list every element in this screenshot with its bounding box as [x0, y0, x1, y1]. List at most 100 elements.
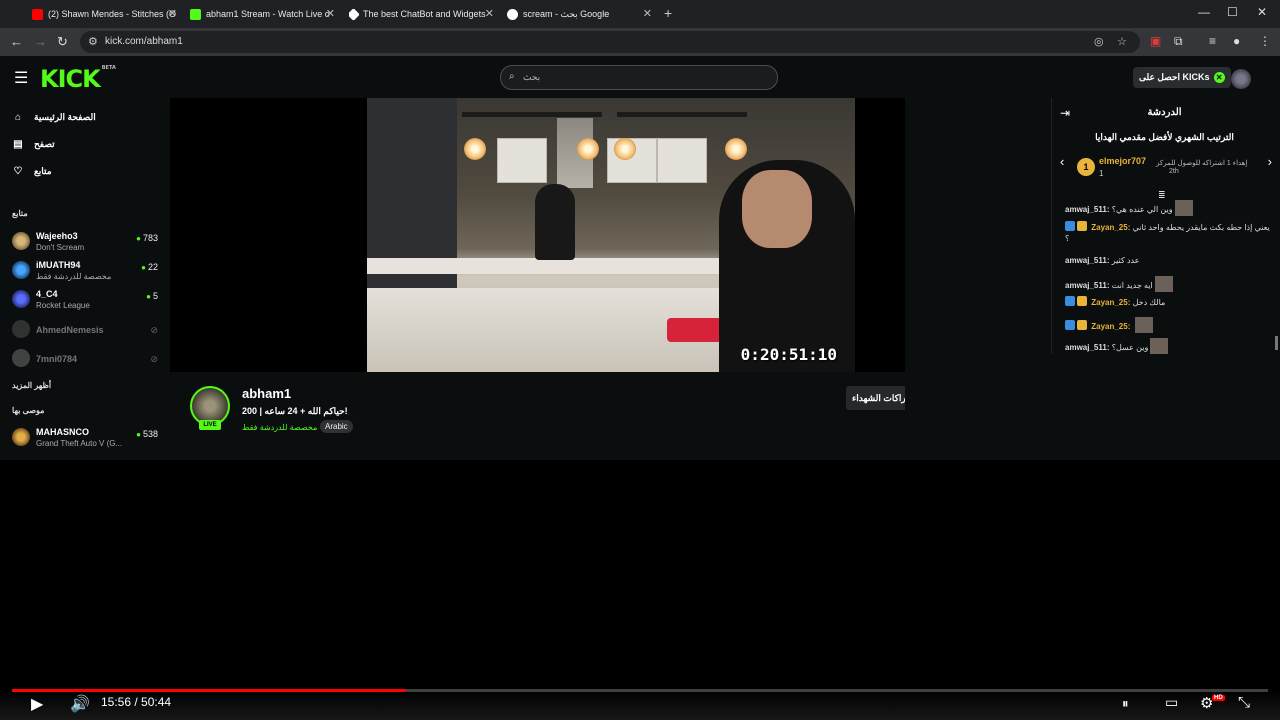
video-scene-light: [464, 138, 486, 160]
chat-username[interactable]: amwaj_511:: [1065, 343, 1109, 352]
sidebar-item-label: تصفح: [34, 139, 55, 149]
chat-text: عدد كثير: [1111, 256, 1140, 265]
tab-label: scream - بحث Google: [523, 8, 610, 19]
site-info-icon[interactable]: ⚙: [88, 35, 98, 48]
chat-scrollbar[interactable]: [1275, 336, 1278, 350]
video-player[interactable]: 0:20:51:10: [170, 98, 905, 372]
avatar: [12, 320, 30, 338]
reload-icon[interactable]: ↻: [57, 34, 68, 50]
user-avatar[interactable]: [1231, 69, 1251, 89]
sidebar-item-browse[interactable]: ▤ تصفح: [12, 139, 55, 150]
emote-icon: [1134, 317, 1153, 333]
offline-channel[interactable]: 7mni0784 ⊘: [12, 346, 162, 372]
get-kicks-button[interactable]: احصل على KICKs ✕: [1133, 67, 1231, 88]
chat-message: Zayan_25: يعني إذا حطه بكث مايقدر يحطه و…: [1065, 221, 1270, 244]
offline-icon: ⊘: [150, 354, 158, 364]
chat-username[interactable]: amwaj_511:: [1065, 281, 1109, 290]
sidebar-item-home[interactable]: ⌂ الصفحة الرئيسية: [12, 112, 96, 123]
video-scene-light-beam: [617, 112, 747, 117]
tab-google[interactable]: scream - بحث Google ✕: [507, 4, 652, 24]
video-scene-bag: [667, 318, 723, 342]
sidebar-item-label: الصفحة الرئيسية: [34, 112, 96, 122]
tab-label: The best ChatBot and Widgets: [363, 9, 486, 19]
hamburger-menu-icon[interactable]: ☰: [14, 68, 28, 88]
video-scene-face: [742, 170, 812, 248]
following-channel[interactable]: 4_C4 Rocket League 5: [12, 287, 162, 313]
leaderboard-user[interactable]: elmejor707: [1099, 156, 1146, 166]
heart-icon: ♡: [13, 166, 23, 177]
new-tab-button[interactable]: +: [664, 5, 672, 21]
chevron-right-icon[interactable]: ›: [1268, 154, 1272, 169]
language-tag[interactable]: Arabic: [320, 420, 353, 433]
autoplay-toggle-icon[interactable]: ⏸: [1122, 696, 1129, 712]
sub-badge-icon: [1065, 320, 1075, 330]
chat-title: الدردشة: [1147, 107, 1182, 118]
close-tab-icon[interactable]: ✕: [643, 7, 652, 20]
youtube-progress-fill: [12, 689, 407, 692]
streamer-name[interactable]: abham1: [242, 386, 291, 401]
viewer-count: 538: [136, 429, 158, 439]
forward-icon[interactable]: →: [34, 34, 47, 49]
close-window-icon[interactable]: ✕: [1257, 5, 1267, 19]
leaderboard-goal: إهداء 1 اشتراكه للوصول للمركز: [1156, 160, 1248, 167]
sidebar-item-following[interactable]: ♡ متابع: [12, 166, 52, 177]
profile-icon[interactable]: ●: [1233, 34, 1240, 48]
youtube-time: 15:56 / 50:44: [101, 695, 172, 709]
video-frame[interactable]: 0:20:51:10: [367, 98, 855, 372]
close-tab-icon[interactable]: ✕: [485, 7, 494, 20]
bookmark-star-icon[interactable]: ☆: [1117, 35, 1127, 48]
channel-category: Don't Scream: [36, 243, 85, 252]
address-bar[interactable]: ⚙ kick.com/abham1 ◎ ☆: [80, 31, 1140, 53]
back-icon[interactable]: ←: [10, 34, 23, 49]
chat-message: amwaj_511: وين الي عنده هي؟: [1065, 200, 1270, 216]
minimize-icon[interactable]: —: [1198, 5, 1210, 19]
show-more-link[interactable]: أظهر المزيد: [12, 381, 51, 390]
video-scene-light: [577, 138, 599, 160]
leaderboard-title: الترتيب الشهري لأفضل مقدمي الهدايا: [1095, 132, 1234, 142]
crown-badge-icon: [1077, 221, 1087, 231]
stream-title: حياكم الله + 24 ساعه | 200!: [242, 406, 348, 416]
chat-username[interactable]: Zayan_25:: [1091, 298, 1130, 307]
chat-username[interactable]: amwaj_511:: [1065, 256, 1109, 265]
maximize-icon[interactable]: ☐: [1227, 5, 1238, 19]
avatar: [12, 349, 30, 367]
stream-category[interactable]: مخصصة للدردشة فقط: [242, 423, 317, 432]
youtube-progress-bar[interactable]: [12, 689, 1268, 692]
tab-youtube[interactable]: (2) Shawn Mendes - Stitches (O ✕: [32, 4, 177, 24]
offline-channel[interactable]: AhmedNemesis ⊘: [12, 317, 162, 343]
following-channel[interactable]: Wajeeho3 Don't Scream 783: [12, 229, 162, 255]
rank-badge: 1: [1077, 158, 1095, 176]
recommended-channel[interactable]: MAHASNCO Grand Theft Auto V (G... 538: [12, 425, 162, 451]
chat-username[interactable]: Zayan_25:: [1091, 223, 1130, 232]
exit-fullscreen-icon[interactable]: ⤡: [1238, 694, 1250, 711]
kicks-coin-icon: ✕: [1213, 72, 1225, 83]
tab-kick[interactable]: abham1 Stream - Watch Live o ✕: [190, 4, 335, 24]
close-tab-icon[interactable]: ✕: [168, 7, 177, 20]
volume-icon[interactable]: 🔊: [70, 694, 90, 714]
chat-text: مالك دخل: [1132, 298, 1166, 307]
tab-chatbot[interactable]: The best ChatBot and Widgets ✕: [349, 4, 494, 24]
viewer-count: 22: [141, 262, 158, 272]
viewer-count: 783: [136, 233, 158, 243]
menu-kebab-icon[interactable]: ⋮: [1259, 34, 1271, 48]
sidebar-item-label: متابع: [34, 166, 52, 176]
channel-name: 7mni0784: [36, 354, 78, 364]
chat-message: Zayan_25:: [1065, 317, 1270, 333]
crown-badge-icon: [1077, 320, 1087, 330]
following-channel[interactable]: iMUATH94 مخصصة للدردشة فقط 22: [12, 258, 162, 284]
kick-logo[interactable]: KICK BETA: [40, 65, 116, 93]
search-input[interactable]: ⌕ بحث: [500, 65, 778, 90]
extensions-puzzle-icon[interactable]: ⧉: [1174, 34, 1183, 49]
eye-off-icon[interactable]: ◎: [1094, 35, 1104, 48]
extension-icon[interactable]: ▣: [1150, 34, 1161, 48]
chat-message: Zayan_25: مالك دخل: [1065, 296, 1270, 308]
channel-name: iMUATH94: [36, 260, 81, 270]
close-tab-icon[interactable]: ✕: [326, 7, 335, 20]
play-icon[interactable]: ▶: [31, 694, 43, 714]
subtitles-icon[interactable]: ▭: [1165, 694, 1178, 711]
chat-username[interactable]: amwaj_511:: [1065, 205, 1109, 214]
subscribe-button[interactable]: اشتراكات الشهداء: [846, 386, 905, 410]
chat-username[interactable]: Zayan_25:: [1091, 322, 1130, 331]
media-control-icon[interactable]: ≡: [1209, 34, 1216, 48]
chevron-left-icon[interactable]: ‹: [1060, 154, 1064, 169]
